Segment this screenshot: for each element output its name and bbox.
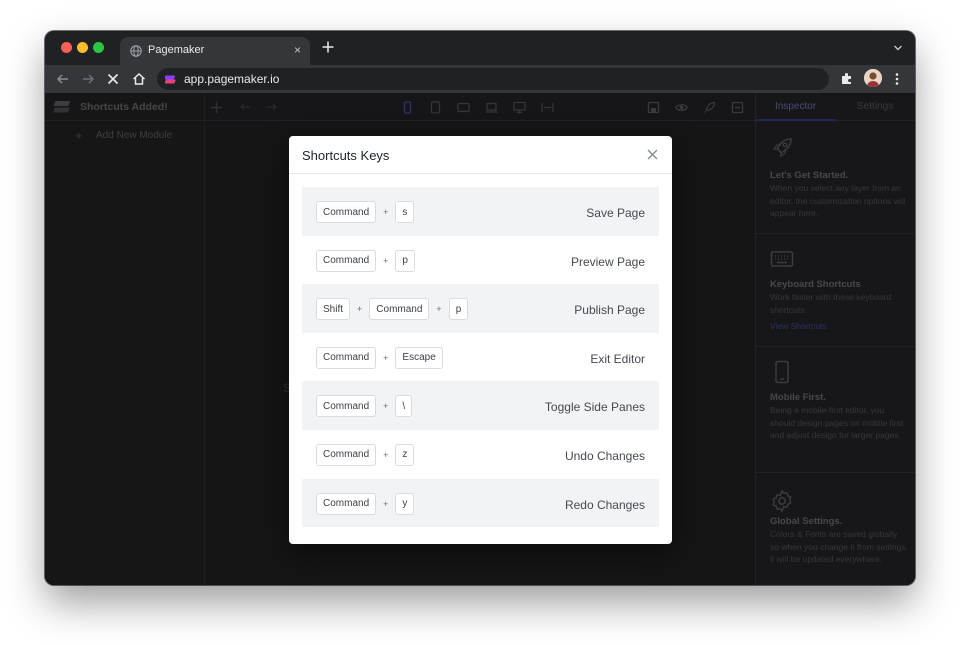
- shortcut-keys: Shift + Command + p: [316, 298, 469, 321]
- shortcut-row: Command + y Redo Changes: [302, 478, 659, 528]
- shortcut-row: Command + s Save Page: [302, 187, 659, 236]
- keyboard-key: z: [395, 443, 415, 466]
- shortcut-label: Publish Page: [574, 303, 645, 318]
- chevron-down-icon[interactable]: [893, 43, 903, 53]
- shortcut-keys: Command + s: [316, 201, 415, 223]
- browser-tab[interactable]: Pagemaker ×: [120, 37, 310, 65]
- keyboard-key: Command: [316, 443, 377, 466]
- keyboard-key: Shift: [316, 298, 351, 321]
- key-plus-separator: +: [357, 304, 363, 315]
- globe-icon: [130, 45, 142, 57]
- keyboard-key: Escape: [395, 346, 443, 369]
- forward-arrow-icon[interactable]: [80, 71, 96, 87]
- shortcut-label: Exit Editor: [590, 351, 645, 366]
- browser-toolbar: app.pagemaker.io: [45, 65, 915, 93]
- more-vertical-icon[interactable]: [894, 72, 900, 86]
- minimize-window-button[interactable]: [77, 42, 88, 53]
- keyboard-key: Command: [316, 249, 377, 272]
- keyboard-key: Command: [316, 492, 377, 515]
- shortcut-keys: Command + z: [316, 443, 415, 466]
- keyboard-key: \: [395, 395, 413, 418]
- keyboard-key: Command: [316, 346, 377, 369]
- address-bar[interactable]: app.pagemaker.io: [157, 68, 829, 90]
- key-plus-separator: +: [436, 304, 442, 315]
- shortcut-row: Command + Escape Exit Editor: [302, 332, 659, 382]
- tab-title: Pagemaker: [148, 44, 205, 56]
- key-plus-separator: +: [383, 207, 389, 217]
- new-tab-icon[interactable]: [321, 40, 335, 54]
- maximize-window-button[interactable]: [93, 42, 104, 53]
- tab-close-icon[interactable]: ×: [294, 43, 301, 57]
- shortcut-label: Preview Page: [570, 254, 645, 269]
- url-text: app.pagemaker.io: [184, 72, 280, 86]
- shortcut-label: Toggle Side Panes: [544, 400, 645, 415]
- shortcut-row: Command + p Preview Page: [302, 235, 659, 285]
- close-window-button[interactable]: [61, 42, 72, 53]
- modal-header: Shortcuts Keys: [289, 136, 672, 174]
- shortcuts-modal: Shortcuts Keys Command + s Save Page Command…: [289, 136, 672, 544]
- shortcut-keys: Command + \: [316, 395, 413, 418]
- profile-avatar[interactable]: [864, 69, 882, 87]
- stop-loading-icon[interactable]: [105, 71, 121, 87]
- key-plus-separator: +: [383, 449, 389, 460]
- shortcut-label: Undo Changes: [564, 448, 645, 463]
- keyboard-key: p: [448, 298, 469, 321]
- shortcut-keys: Command + y: [316, 492, 415, 515]
- shortcut-label: Save Page: [586, 206, 645, 220]
- shortcut-keys: Command + p: [316, 249, 415, 272]
- keyboard-key: Command: [369, 298, 430, 321]
- keyboard-key: Command: [316, 201, 377, 223]
- close-icon[interactable]: [646, 148, 659, 161]
- extensions-puzzle-icon[interactable]: [840, 71, 854, 85]
- shortcuts-list: Command + s Save Page Command + p Preview Page S…: [302, 187, 659, 531]
- shortcut-keys: Command + Escape: [316, 346, 443, 369]
- keyboard-key: p: [395, 249, 415, 272]
- keyboard-key: Command: [316, 395, 377, 418]
- modal-title: Shortcuts Keys: [302, 148, 390, 163]
- key-plus-separator: +: [383, 401, 389, 412]
- pagemaker-logo-icon: [165, 75, 176, 84]
- keyboard-key: y: [395, 492, 415, 515]
- back-arrow-icon[interactable]: [55, 71, 71, 87]
- key-plus-separator: +: [383, 255, 389, 266]
- shortcut-row: Shift + Command + p Publish Page: [302, 284, 659, 333]
- user-avatar-icon: [864, 69, 882, 87]
- key-plus-separator: +: [383, 352, 389, 363]
- key-plus-separator: +: [383, 498, 389, 509]
- keyboard-key: s: [395, 201, 415, 223]
- tab-strip: Pagemaker ×: [45, 31, 915, 65]
- shortcut-row: Command + z Undo Changes: [302, 429, 659, 479]
- shortcut-row: Command + \ Toggle Side Panes: [302, 381, 659, 430]
- shortcut-label: Redo Changes: [564, 497, 645, 512]
- home-icon[interactable]: [131, 71, 147, 87]
